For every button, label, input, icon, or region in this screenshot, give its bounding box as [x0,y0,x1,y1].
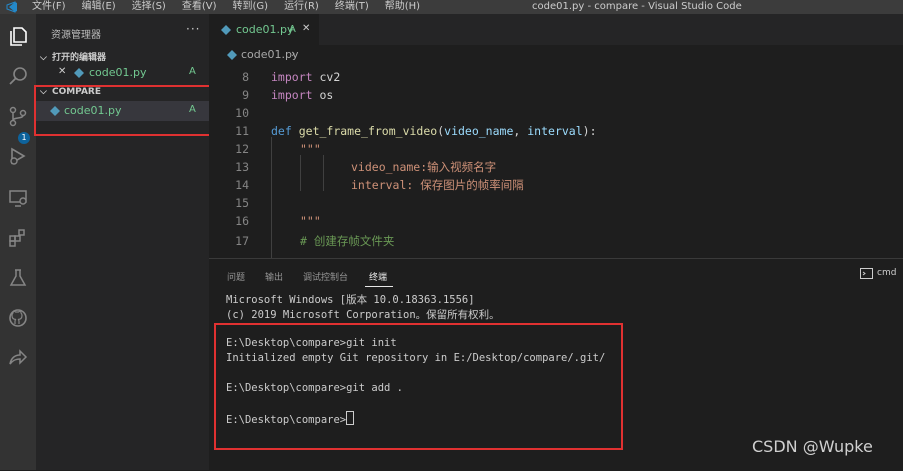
scm-badge: 1 [18,132,30,144]
tab-code01[interactable]: code01.py A ✕ [209,14,319,45]
code-editor[interactable]: 8 import cv2 9 import os 10 11 def get_f… [209,65,903,258]
line-number: 10 [235,106,249,120]
explorer-icon[interactable] [6,24,30,48]
code-token: interval: 保存图片的帧率间隔 [351,178,524,192]
menu-help[interactable]: 帮助(H) [385,0,420,14]
highlight-box-terminal [214,323,623,450]
code-line: 16 """ [209,212,903,230]
line-number: 8 [242,70,249,84]
highlight-box-folder [34,85,213,136]
activity-bar: 1 [0,14,36,470]
tab-problems[interactable]: 问题 [227,270,245,283]
code-token: """ [300,214,321,228]
code-token: os [312,88,334,102]
menu-bar: 文件(F) 编辑(E) 选择(S) 查看(V) 转到(G) 运行(R) 终端(T… [32,0,420,14]
testing-flask-icon[interactable] [6,266,30,290]
chevron-down-icon: ⌵ [40,53,47,63]
line-number: 15 [235,196,249,210]
code-line: 12 """ [209,140,903,158]
terminal-line: (c) 2019 Microsoft Corporation。保留所有权利。 [226,309,500,321]
code-token: interval [527,124,583,138]
line-number: 14 [235,178,249,192]
breadcrumb-separator: › [291,47,296,60]
remote-explorer-icon[interactable] [6,186,30,210]
code-token: # 创建存帧文件夹 [300,234,395,248]
code-token: ): [582,124,597,138]
open-editor-filename: code01.py [89,66,147,79]
close-icon[interactable]: ✕ [58,66,66,77]
tab-filename: code01.py [236,23,294,36]
python-file-icon [74,68,84,78]
live-share-icon[interactable] [6,346,30,370]
python-file-icon [221,25,231,35]
watermark: CSDN @Wupke [752,437,873,456]
code-line: 13 video_name:输入视频名字 [209,158,903,176]
menu-view[interactable]: 查看(V) [182,0,217,14]
open-editor-status: A [189,66,196,77]
menu-terminal[interactable]: 终端(T) [335,0,369,14]
code-token: import [271,70,313,84]
tab-status: A [289,24,296,35]
menu-file[interactable]: 文件(F) [32,0,66,14]
breadcrumb-file[interactable]: code01.py [241,48,299,61]
sidebar-more-button[interactable]: ··· [186,22,200,36]
code-token: import [271,88,313,102]
open-editor-item[interactable]: ✕ code01.py A [36,64,209,82]
source-control-icon[interactable] [6,104,30,128]
github-icon[interactable] [6,306,30,330]
code-line: 15 [209,194,903,212]
menu-selection[interactable]: 选择(S) [132,0,166,14]
editor-tab-bar: code01.py A ✕ [209,14,903,45]
code-line: 8 import cv2 [209,68,903,86]
code-line: 10 [209,104,903,122]
active-tab-indicator [365,286,393,287]
code-line: 9 import os [209,86,903,104]
title-bar: 文件(F) 编辑(E) 选择(S) 查看(V) 转到(G) 运行(R) 终端(T… [0,0,903,14]
tab-output[interactable]: 输出 [265,270,283,283]
line-number: 16 [235,214,249,228]
code-token: get_frame_from_video [298,124,438,138]
menu-run[interactable]: 运行(R) [284,0,319,14]
sidebar-title: 资源管理器 [51,30,101,41]
code-token: video_name [444,124,514,138]
extensions-icon[interactable] [6,226,30,250]
terminal-selector[interactable]: cmd [877,268,896,278]
open-editors-label: 打开的编辑器 [51,53,106,63]
code-line: 14 interval: 保存图片的帧率间隔 [209,176,903,194]
breadcrumb: code01.py › [209,45,903,65]
line-number: 9 [242,88,249,102]
explorer-sidebar: 资源管理器 ··· ⌵ 打开的编辑器 ✕ code01.py A ⌵ COMPA… [34,14,213,470]
line-number: 17 [235,234,249,248]
menu-go[interactable]: 转到(G) [233,0,269,14]
run-debug-icon[interactable] [6,144,30,168]
tab-terminal[interactable]: 终端 [369,270,387,283]
code-token: def [271,124,292,138]
open-editors-section[interactable]: ⌵ 打开的编辑器 [40,50,106,63]
terminal-line: Microsoft Windows [版本 10.0.18363.1556] [226,294,475,306]
line-number: 13 [235,160,249,174]
menu-edit[interactable]: 编辑(E) [82,0,116,14]
close-icon[interactable]: ✕ [302,23,310,34]
search-icon[interactable] [6,64,30,88]
window-title: code01.py - compare - Visual Studio Code [532,1,742,12]
tab-debug-console[interactable]: 调试控制台 [303,270,348,283]
line-number: 11 [235,124,249,138]
python-file-icon [227,50,237,60]
code-line: 11 def get_frame_from_video(video_name, … [209,122,903,140]
line-number: 12 [235,142,249,156]
vscode-logo-icon [6,1,17,13]
code-token: """ [300,142,321,156]
terminal-icon [860,268,873,279]
code-token: cv2 [312,70,341,84]
code-line: 17 # 创建存帧文件夹 [209,232,903,250]
code-token: video_name:输入视频名字 [351,160,497,174]
